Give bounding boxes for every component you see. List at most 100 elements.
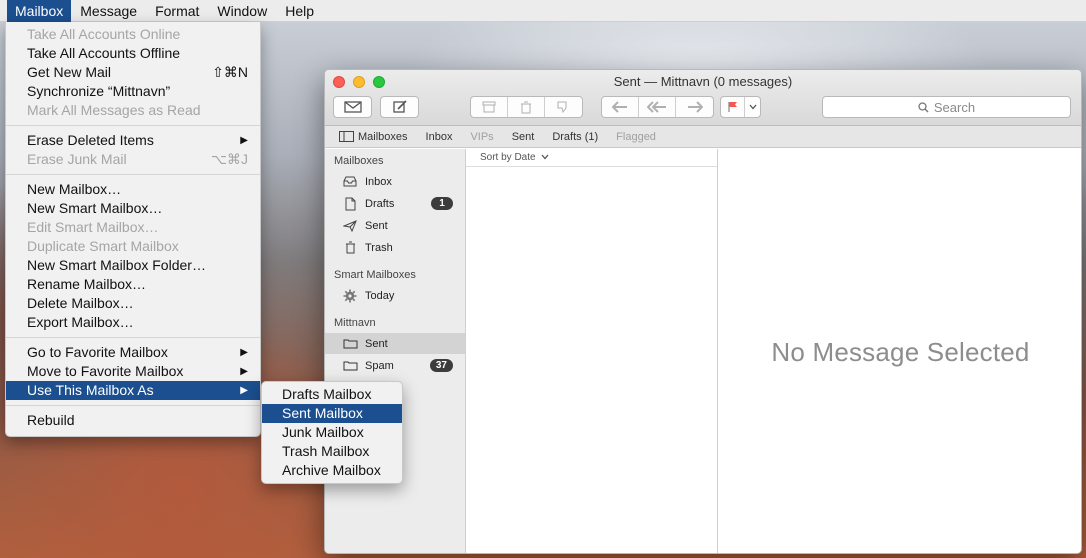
delete-button[interactable] <box>508 97 545 117</box>
reply-all-icon <box>647 101 666 113</box>
sidebar-item-label: Inbox <box>365 175 392 188</box>
window-title: Sent — Mittnavn (0 messages) <box>613 74 793 89</box>
thumbs-down-icon <box>557 101 567 113</box>
flag-button[interactable] <box>721 97 745 117</box>
reply-button[interactable] <box>602 97 639 117</box>
menu-item-label: Duplicate Smart Mailbox <box>27 238 179 254</box>
sidebar-header-account[interactable]: Mittnavn <box>334 317 376 329</box>
menu-item-new-smart-mailbox-folder[interactable]: New Smart Mailbox Folder… <box>6 256 260 275</box>
reply-arrow-icon <box>612 101 627 113</box>
menu-item-edit-smart-mailbox[interactable]: Edit Smart Mailbox… <box>6 218 260 237</box>
archive-button[interactable] <box>471 97 508 117</box>
favorites-vips[interactable]: VIPs <box>470 131 493 143</box>
favorites-flagged[interactable]: Flagged <box>616 131 656 143</box>
sidebar-item-trash[interactable]: Trash <box>325 237 465 258</box>
message-preview-pane: No Message Selected <box>718 149 1081 553</box>
sidebar-item-drafts[interactable]: Drafts 1 <box>325 193 465 214</box>
menu-separator <box>6 337 260 338</box>
sidebar-item-today[interactable]: Today <box>325 285 465 306</box>
no-message-selected-text: No Message Selected <box>771 336 1030 367</box>
menu-item-label: Synchronize “Mittnavn” <box>27 83 171 99</box>
menu-item-label: Take All Accounts Online <box>27 26 181 42</box>
folder-icon <box>342 360 358 371</box>
menu-item-move-to-favorite[interactable]: Move to Favorite Mailbox ▶ <box>6 362 260 381</box>
chevron-down-icon <box>541 154 549 160</box>
menu-item-synchronize[interactable]: Synchronize “Mittnavn” <box>6 82 260 101</box>
favorites-drafts[interactable]: Drafts (1) <box>552 131 598 143</box>
menu-item-get-new-mail[interactable]: Get New Mail ⇧⌘N <box>6 63 260 82</box>
menu-mailbox[interactable]: Mailbox <box>7 0 72 22</box>
sidebar-item-account-spam[interactable]: Spam 37 <box>325 355 465 376</box>
submenu-item-archive-mailbox[interactable]: Archive Mailbox <box>262 461 402 480</box>
mailbox-menu: Take All Accounts Online Take All Accoun… <box>5 22 261 437</box>
search-field[interactable]: Search <box>822 96 1071 118</box>
message-list[interactable]: Sort by Date <box>466 149 718 553</box>
archive-box-icon <box>482 101 496 113</box>
menu-item-new-mailbox[interactable]: New Mailbox… <box>6 180 260 199</box>
submenu-item-sent-mailbox[interactable]: Sent Mailbox <box>262 404 402 423</box>
menu-separator <box>6 405 260 406</box>
menu-window[interactable]: Window <box>208 0 276 22</box>
submenu-arrow-icon: ▶ <box>240 135 248 146</box>
submenu-arrow-icon: ▶ <box>240 366 248 377</box>
use-mailbox-as-submenu: Drafts Mailbox Sent Mailbox Junk Mailbox… <box>261 381 403 484</box>
menu-item-label: Delete Mailbox… <box>27 295 134 311</box>
submenu-item-trash-mailbox[interactable]: Trash Mailbox <box>262 442 402 461</box>
compose-button[interactable] <box>380 96 419 118</box>
favorites-mailboxes-button[interactable]: Mailboxes <box>339 131 408 143</box>
menu-item-label: Go to Favorite Mailbox <box>27 344 168 360</box>
flag-icon <box>727 102 737 112</box>
menu-item-label: Get New Mail <box>27 64 112 80</box>
menu-help[interactable]: Help <box>276 0 323 22</box>
sidebar-item-sent[interactable]: Sent <box>325 215 465 236</box>
sidebar-item-label: Drafts <box>365 197 395 210</box>
reply-all-button[interactable] <box>639 97 676 117</box>
sidebar-item-inbox[interactable]: Inbox <box>325 171 465 192</box>
menu-item-erase-deleted[interactable]: Erase Deleted Items ▶ <box>6 131 260 150</box>
menu-item-go-to-favorite[interactable]: Go to Favorite Mailbox ▶ <box>6 343 260 362</box>
sort-label: Sort by Date <box>480 152 536 163</box>
favorites-mailboxes-label: Mailboxes <box>358 130 408 143</box>
menu-item-label: Export Mailbox… <box>27 314 134 330</box>
submenu-item-junk-mailbox[interactable]: Junk Mailbox <box>262 423 402 442</box>
sidebar-item-account-sent[interactable]: Sent <box>325 333 465 354</box>
menu-separator <box>6 174 260 175</box>
mail-window: Sent — Mittnavn (0 messages) Search Mail… <box>324 69 1082 554</box>
favorites-sent[interactable]: Sent <box>512 131 535 143</box>
menu-item-take-all-offline[interactable]: Take All Accounts Offline <box>6 44 260 63</box>
menu-item-rename-mailbox[interactable]: Rename Mailbox… <box>6 275 260 294</box>
menu-message[interactable]: Message <box>71 0 146 22</box>
menu-item-new-smart-mailbox[interactable]: New Smart Mailbox… <box>6 199 260 218</box>
menu-item-label: Move to Favorite Mailbox <box>27 363 184 379</box>
menu-item-rebuild[interactable]: Rebuild <box>6 411 260 430</box>
submenu-arrow-icon: ▶ <box>240 347 248 358</box>
menu-item-label: Erase Deleted Items <box>27 132 154 148</box>
menu-item-delete-mailbox[interactable]: Delete Mailbox… <box>6 294 260 313</box>
menu-item-erase-junk[interactable]: Erase Junk Mail ⌥⌘J <box>6 150 260 169</box>
favorites-inbox[interactable]: Inbox <box>426 131 453 143</box>
menu-format[interactable]: Format <box>146 0 208 22</box>
title-bar: Sent — Mittnavn (0 messages) Search <box>325 70 1081 126</box>
archive-delete-junk-group <box>470 96 583 118</box>
forward-button[interactable] <box>676 97 713 117</box>
menu-item-label: New Smart Mailbox Folder… <box>27 257 206 273</box>
sort-by-date-button[interactable]: Sort by Date <box>466 149 717 167</box>
menu-item-mark-all-read[interactable]: Mark All Messages as Read <box>6 101 260 120</box>
gear-icon <box>342 289 358 303</box>
get-mail-button[interactable] <box>333 96 372 118</box>
menu-bar: Mailbox Message Format Window Help <box>0 0 1086 22</box>
envelope-icon <box>343 101 362 113</box>
unread-count-badge: 37 <box>429 359 453 372</box>
menu-item-use-this-mailbox-as[interactable]: Use This Mailbox As ▶ <box>6 381 260 400</box>
junk-button[interactable] <box>545 97 582 117</box>
menu-item-duplicate-smart-mailbox[interactable]: Duplicate Smart Mailbox <box>6 237 260 256</box>
sidebar-header-smart-mailboxes[interactable]: Smart Mailboxes <box>334 269 416 281</box>
submenu-item-drafts-mailbox[interactable]: Drafts Mailbox <box>262 385 402 404</box>
forward-arrow-icon <box>687 101 703 113</box>
menu-item-label: New Mailbox… <box>27 181 122 197</box>
trash-icon <box>521 101 531 113</box>
sidebar-header-mailboxes[interactable]: Mailboxes <box>334 155 384 167</box>
menu-item-export-mailbox[interactable]: Export Mailbox… <box>6 313 260 332</box>
flag-color-dropdown[interactable] <box>745 97 760 117</box>
menu-item-take-all-online[interactable]: Take All Accounts Online <box>6 25 260 44</box>
